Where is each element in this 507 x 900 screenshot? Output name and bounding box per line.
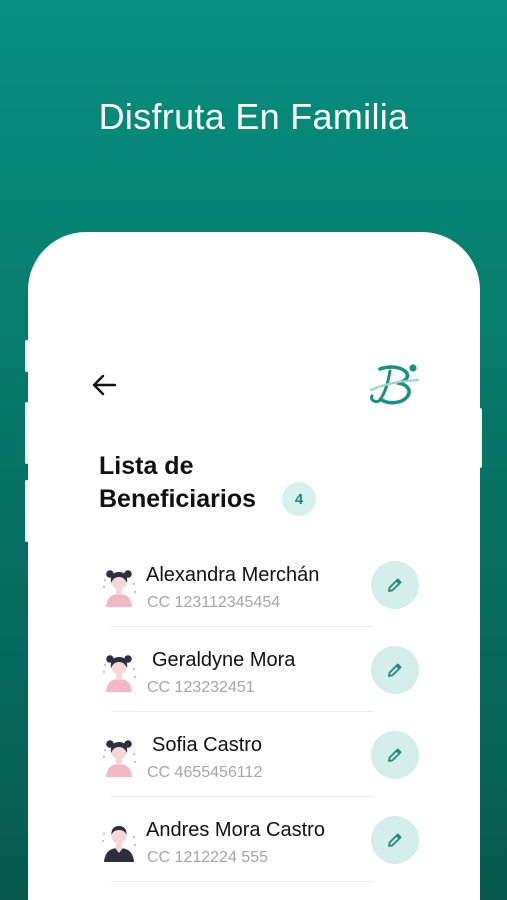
beneficiary-document: CC 4655456112: [147, 764, 263, 781]
beneficiary-document: CC 123232451: [147, 679, 255, 696]
edit-button[interactable]: [371, 731, 419, 779]
female-avatar-icon: [102, 570, 137, 607]
pencil-icon: [388, 748, 402, 762]
beneficiary-document: CC 123112345454: [147, 594, 281, 611]
arrow-left-icon: [92, 374, 117, 396]
pencil-icon: [388, 833, 402, 847]
edit-button[interactable]: [371, 561, 419, 609]
pencil-icon: [388, 578, 402, 592]
list-item[interactable]: Geraldyne Mora CC 123232451: [28, 627, 480, 712]
beneficiary-name: Andres Mora Castro: [146, 819, 325, 841]
page-title: Lista de Beneficiarios: [99, 450, 256, 516]
beneficiary-name: Alexandra Merchán: [146, 564, 320, 586]
list-item[interactable]: Alexandra Merchán CC 123112345454: [28, 542, 480, 627]
female-avatar-icon: [102, 655, 137, 692]
back-button[interactable]: [89, 370, 119, 400]
phone-screen: Lista de Beneficiarios 4 Alexandra Merch…: [28, 232, 480, 900]
promo-headline: Disfruta En Familia: [98, 96, 409, 137]
beneficiary-list: Alexandra Merchán CC 123112345454 Gerald…: [28, 542, 480, 882]
male-avatar-icon: [101, 826, 137, 862]
pencil-icon: [388, 663, 402, 677]
female-avatar-icon: [102, 740, 137, 777]
beneficiary-name: Geraldyne Mora: [152, 649, 296, 671]
row-divider: [111, 881, 373, 882]
list-item[interactable]: Andres Mora Castro CC 1212224 555: [28, 797, 480, 882]
page-title-line-2: Beneficiarios: [99, 485, 257, 513]
list-item[interactable]: Sofia Castro CC 4655456112: [28, 712, 480, 797]
beneficiary-count-badge: 4: [282, 482, 316, 516]
beneficiary-name: Sofia Castro: [152, 734, 263, 756]
beneficiary-document: CC 1212224 555: [147, 849, 268, 866]
edit-button[interactable]: [371, 646, 419, 694]
edit-button[interactable]: [371, 816, 419, 864]
brand-logo-icon: [369, 364, 420, 405]
page-title-line-1: Lista de: [99, 452, 194, 480]
